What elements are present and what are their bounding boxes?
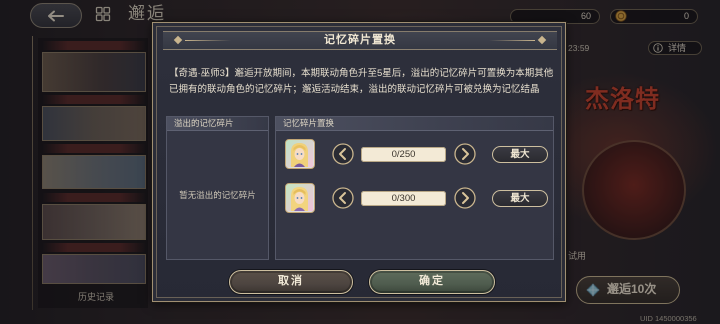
chevron-right-icon[interactable] [454, 143, 476, 165]
memory-fragment-exchange-dialog: 记忆碎片置换 【奇遇·巫师3】邂逅开放期间，本期联动角色升至5星后，溢出的记忆碎… [152, 22, 566, 302]
empty-state-text: 暂无溢出的记忆碎片 [179, 190, 256, 200]
cancel-button[interactable]: 取消 [229, 270, 353, 294]
confirm-button[interactable]: 确定 [369, 270, 495, 294]
overflow-fragments-panel: 溢出的记忆碎片 暂无溢出的记忆碎片 [166, 116, 269, 260]
exchange-panel-title: 记忆碎片置换 [283, 118, 335, 128]
chevron-left-icon[interactable] [332, 187, 354, 209]
max-button[interactable]: 最大 [492, 146, 548, 163]
exchange-quantity-field[interactable]: 0/300 [361, 191, 446, 206]
chevron-left-icon[interactable] [332, 143, 354, 165]
exchange-quantity-field[interactable]: 0/250 [361, 147, 446, 162]
character-portrait[interactable] [285, 139, 315, 169]
ornament-line [489, 40, 535, 41]
overflow-panel-title: 溢出的记忆碎片 [174, 118, 234, 128]
dialog-title-banner: 记忆碎片置换 [163, 31, 557, 50]
character-portrait-image [286, 184, 313, 211]
panel-header: 溢出的记忆碎片 [167, 117, 268, 131]
panel-header: 记忆碎片置换 [276, 117, 553, 131]
character-portrait[interactable] [285, 183, 315, 213]
game-screen: 历史记录 邂逅 60 0 23:59 详情 杰洛特 试用 邂逅10次 UID 1… [0, 0, 720, 324]
fragment-exchange-panel: 记忆碎片置换 0/250 最大 0/300 最大 [275, 116, 554, 260]
dialog-description: 【奇遇·巫师3】邂逅开放期间，本期联动角色升至5星后，溢出的记忆碎片可置换为本期… [169, 66, 561, 98]
character-portrait-image [286, 140, 313, 167]
max-button[interactable]: 最大 [492, 190, 548, 207]
description-line: 【奇遇·巫师3】邂逅开放期间，本期联动角色升至5星后，溢出的记忆碎片可置换为本期… [169, 68, 554, 79]
chevron-right-icon[interactable] [454, 187, 476, 209]
description-line: 已拥有的联动角色的记忆碎片；邂逅活动结束，溢出的联动记忆碎片可被兑换为记忆结晶 [169, 84, 540, 95]
